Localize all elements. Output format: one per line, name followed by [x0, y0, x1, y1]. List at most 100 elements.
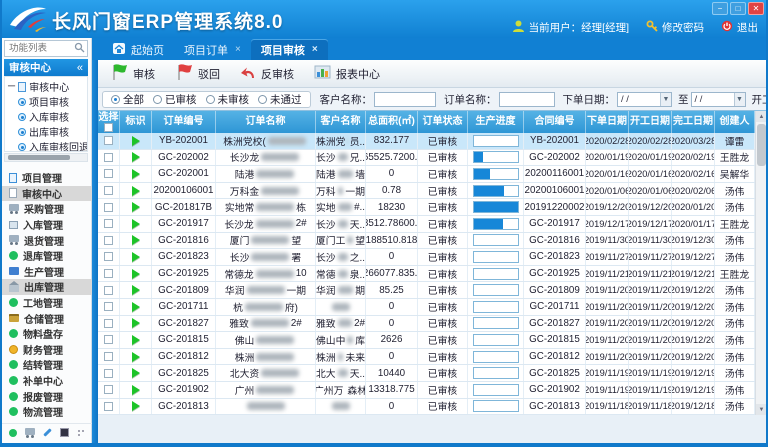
scroll-up-icon[interactable]: ▲ — [756, 111, 766, 122]
tree-item-项目审核[interactable]: 项目审核 — [5, 94, 87, 109]
close-button[interactable]: ✕ — [748, 2, 764, 15]
customer-name-input[interactable] — [374, 92, 436, 107]
sidebar-item-报废管理[interactable]: 报废管理 — [2, 388, 92, 404]
cell-order-status: 已审核 — [418, 349, 468, 365]
cart-icon[interactable] — [25, 428, 35, 435]
tab-close-icon[interactable]: × — [312, 44, 318, 55]
table-row[interactable]: GC-201817B实地常栋实地#..18230已审核2019122000220… — [98, 199, 755, 216]
tree-hscroll-thumb[interactable] — [8, 155, 70, 160]
report-center-button[interactable]: 报表中心 — [308, 62, 386, 85]
row-checkbox[interactable] — [104, 136, 113, 145]
row-checkbox[interactable] — [104, 236, 113, 245]
tab-起始页[interactable]: 起始页 — [102, 39, 174, 60]
table-row[interactable]: GC-202002长沙龙长沙兄..65525.7200..已审核GC-20200… — [98, 150, 755, 167]
redacted-text — [268, 137, 306, 145]
sidebar-item-退库管理[interactable]: 退库管理 — [2, 248, 92, 264]
vscroll-thumb[interactable] — [757, 124, 766, 166]
table-row[interactable]: GC-201812株洲株洲未来0已审核GC-2018122019/11/2020… — [98, 349, 755, 366]
chevron-down-icon[interactable]: ▼ — [734, 93, 745, 106]
redacted-prefix: 常德 — [316, 267, 336, 281]
vertical-scrollbar[interactable]: ▲ ▼ — [755, 111, 766, 415]
table-row[interactable]: GC-2018130已审核GC-2018132019/11/182019/11/… — [98, 399, 755, 416]
tree-item-入库审核回退[interactable]: 入库审核回退 — [5, 139, 87, 152]
row-checkbox[interactable] — [104, 335, 113, 344]
table-row[interactable]: GC-201925常德龙10常德泉..266077.835..已审核GC-201… — [98, 266, 755, 283]
radio-全部[interactable]: 全部 — [111, 92, 144, 107]
sidebar-item-物流管理[interactable]: 物流管理 — [2, 404, 92, 420]
sidebar-item-补单中心[interactable]: 补单中心 — [2, 373, 92, 389]
radio-未审核[interactable]: 未审核 — [206, 92, 250, 107]
row-checkbox[interactable] — [104, 319, 113, 328]
row-checkbox[interactable] — [104, 219, 113, 228]
logout-button[interactable]: 退出 — [721, 20, 758, 35]
tree-root[interactable]: ─审核中心 — [5, 79, 87, 94]
redacted-prefix: 实地常 — [225, 200, 254, 214]
sidebar-item-审核中心[interactable]: 审核中心 — [2, 186, 92, 202]
sidebar-item-仓储管理[interactable]: 仓储管理 — [2, 310, 92, 326]
radio-未通过[interactable]: 未通过 — [258, 92, 302, 107]
tab-项目订单[interactable]: 项目订单× — [174, 39, 251, 60]
row-checkbox[interactable] — [104, 269, 113, 278]
table-row[interactable]: GC-201815佛山佛山中库2626已审核GC-2018152019/11/2… — [98, 332, 755, 349]
tab-项目审核[interactable]: 项目审核× — [251, 39, 328, 60]
table-row[interactable]: GC-201816厦门望厦门工望188510.818已审核GC-20181620… — [98, 233, 755, 250]
radio-已审核[interactable]: 已审核 — [153, 92, 197, 107]
row-checkbox[interactable] — [104, 252, 113, 261]
change-password-button[interactable]: 修改密码 — [646, 20, 704, 35]
row-checkbox[interactable] — [104, 369, 113, 378]
table-row[interactable]: 20200106001万科金万科一期0.78已审核202001060012020… — [98, 183, 755, 200]
table-row[interactable]: GC-201711杭府)0已审核GC-2017112019/11/202019/… — [98, 299, 755, 316]
book-icon[interactable] — [60, 428, 69, 437]
row-checkbox[interactable] — [104, 352, 113, 361]
sidebar-item-工地管理[interactable]: 工地管理 — [2, 295, 92, 311]
green-dot-icon[interactable] — [9, 429, 17, 437]
row-checkbox[interactable] — [104, 203, 113, 212]
more-options-icon[interactable] — [77, 429, 85, 437]
sidebar-item-退货管理[interactable]: 退货管理 — [2, 232, 92, 248]
maximize-button[interactable]: □ — [730, 2, 746, 15]
reverse-audit-button[interactable]: 反审核 — [234, 63, 300, 85]
collapse-icon[interactable]: « — [77, 62, 83, 74]
minimize-button[interactable]: − — [712, 2, 728, 15]
tree-item-出库审核[interactable]: 出库审核 — [5, 124, 87, 139]
order-name-input[interactable] — [499, 92, 555, 107]
function-search-input[interactable] — [7, 42, 74, 55]
row-checkbox[interactable] — [104, 385, 113, 394]
table-row[interactable]: GC-201825北大资北大天..10440已审核GC-2018252019/1… — [98, 365, 755, 382]
sidebar-item-出库管理[interactable]: 出库管理 — [2, 279, 92, 295]
row-checkbox[interactable] — [104, 402, 113, 411]
table-row[interactable]: GC-201917长沙龙2#长沙天..8512.78600..已审核GC-201… — [98, 216, 755, 233]
row-checkbox[interactable] — [104, 302, 113, 311]
sidebar-item-入库管理[interactable]: 入库管理 — [2, 217, 92, 233]
sidebar-item-采购管理[interactable]: 采购管理 — [2, 201, 92, 217]
tree-hscrollbar[interactable] — [4, 153, 88, 162]
sidebar-item-结转管理[interactable]: 结转管理 — [2, 357, 92, 373]
row-checkbox[interactable] — [104, 186, 113, 195]
reject-button[interactable]: 驳回 — [169, 61, 226, 86]
order-date-from-input[interactable]: / / ▼ — [617, 92, 672, 107]
table-row[interactable]: YB-202001株洲党校(株洲党员..832.177已审核YB-2020012… — [98, 133, 755, 150]
order-date-to-input[interactable]: / / ▼ — [691, 92, 746, 107]
row-checkbox[interactable] — [104, 169, 113, 178]
row-checkbox[interactable] — [104, 153, 113, 162]
chevron-down-icon[interactable]: ▼ — [660, 93, 671, 106]
scroll-down-icon[interactable]: ▼ — [756, 404, 766, 415]
tree-item-入库审核[interactable]: 入库审核 — [5, 109, 87, 124]
sidebar-item-项目管理[interactable]: 项目管理 — [2, 170, 92, 186]
tab-close-icon[interactable]: × — [235, 44, 241, 55]
table-row[interactable]: GC-201827雅致2#雅致2#0已审核GC-2018272019/11/20… — [98, 316, 755, 333]
sidebar-item-物料盘存[interactable]: 物料盘存 — [2, 326, 92, 342]
sidebar-item-财务管理[interactable]: 财务管理 — [2, 342, 92, 358]
row-checkbox[interactable] — [104, 286, 113, 295]
sidebar-item-生产管理[interactable]: 生产管理 — [2, 264, 92, 280]
progress-bar — [473, 151, 519, 163]
sidebar-item-耗材管理[interactable]: 耗材管理 — [2, 420, 92, 423]
select-all-checkbox[interactable] — [104, 123, 113, 132]
pen-icon[interactable] — [43, 428, 51, 436]
table-row[interactable]: GC-202001陆港陆港墙0已审核202001160012020/01/162… — [98, 166, 755, 183]
app-window: 长风门窗ERP管理系统8.0 − □ ✕ 当前用户：经理[经理] 修改密码 — [0, 0, 768, 447]
table-row[interactable]: GC-201809华润一期华润期85.25已审核GC-2018092019/11… — [98, 282, 755, 299]
table-row[interactable]: GC-201902广州广州万森林13318.775已审核GC-201902201… — [98, 382, 755, 399]
audit-button[interactable]: 审核 — [104, 61, 161, 86]
table-row[interactable]: GC-201823长沙署长沙之..0已审核GC-2018232019/11/27… — [98, 249, 755, 266]
